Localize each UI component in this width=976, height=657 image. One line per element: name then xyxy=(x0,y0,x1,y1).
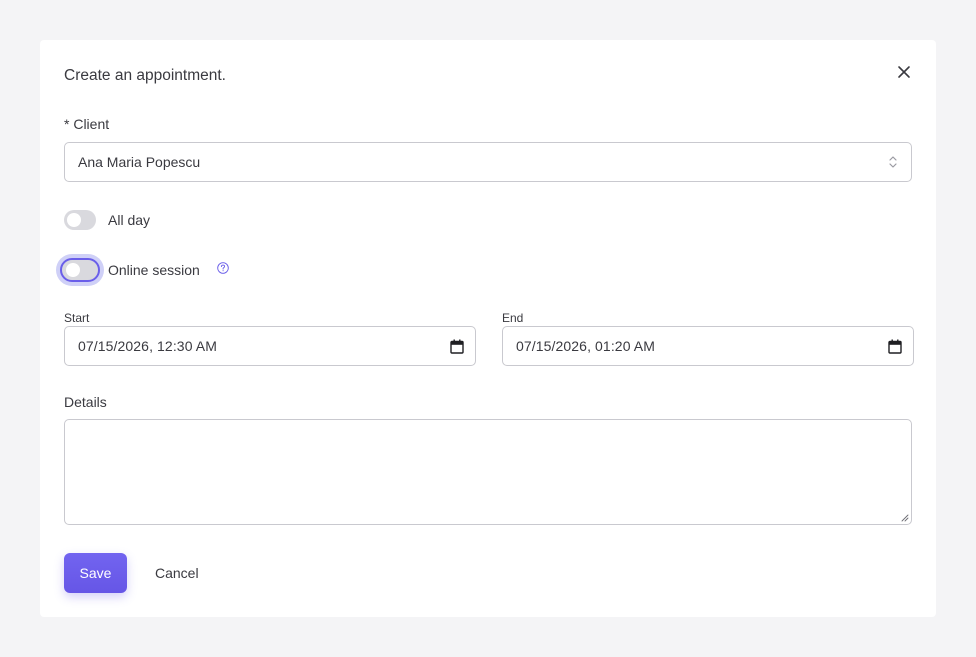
chevron-up-down-icon xyxy=(889,156,897,168)
client-select[interactable]: Ana Maria Popescu xyxy=(64,142,912,182)
resize-grip-icon[interactable] xyxy=(901,514,909,522)
start-datetime-input[interactable]: 07/15/2026, 12:30 AM xyxy=(64,326,476,366)
close-icon xyxy=(898,66,910,78)
end-label: End xyxy=(502,311,524,325)
calendar-icon[interactable] xyxy=(450,339,464,354)
details-textarea[interactable] xyxy=(64,419,912,525)
online-session-label: Online session xyxy=(108,262,200,278)
cancel-button[interactable]: Cancel xyxy=(147,553,207,593)
calendar-icon[interactable] xyxy=(888,339,902,354)
start-label: Start xyxy=(64,311,90,325)
dialog-title: Create an appointment. xyxy=(64,67,226,84)
end-datetime-value: 07/15/2026, 01:20 AM xyxy=(516,338,655,354)
toggle-knob xyxy=(67,213,81,227)
save-button[interactable]: Save xyxy=(64,553,127,593)
start-datetime-value: 07/15/2026, 12:30 AM xyxy=(78,338,217,354)
details-label: Details xyxy=(64,394,107,410)
all-day-label: All day xyxy=(108,212,151,228)
end-datetime-input[interactable]: 07/15/2026, 01:20 AM xyxy=(502,326,914,366)
toggle-knob xyxy=(66,263,80,277)
client-label: * Client xyxy=(64,116,110,132)
appointment-dialog: Create an appointment. * Client Ana Mari… xyxy=(40,40,936,617)
question-circle-icon[interactable] xyxy=(217,262,229,274)
online-session-toggle[interactable] xyxy=(60,258,100,282)
client-select-value: Ana Maria Popescu xyxy=(78,154,201,170)
close-button[interactable] xyxy=(896,64,912,80)
all-day-toggle[interactable] xyxy=(64,210,96,230)
